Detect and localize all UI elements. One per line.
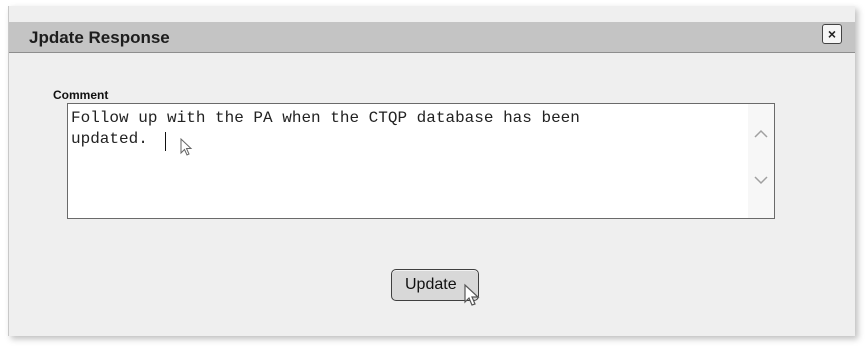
close-icon[interactable]: × xyxy=(822,24,842,44)
dialog-titlebar[interactable]: Jpdate Response × xyxy=(9,22,855,53)
update-button-label: Update xyxy=(405,276,457,293)
dialog-title: Jpdate Response xyxy=(29,28,170,47)
comment-label: Comment xyxy=(53,88,109,102)
comment-scrollbar[interactable] xyxy=(748,104,774,218)
update-response-dialog: Jpdate Response × Comment Follow up with… xyxy=(8,6,855,336)
text-caret xyxy=(165,132,166,151)
chevron-up-icon[interactable] xyxy=(754,128,768,140)
comment-textarea[interactable]: Follow up with the PA when the CTQP data… xyxy=(67,103,775,219)
comment-text[interactable]: Follow up with the PA when the CTQP data… xyxy=(71,108,741,150)
arrow-cursor-icon xyxy=(180,138,193,156)
chevron-down-icon[interactable] xyxy=(754,174,768,186)
hand-cursor-icon xyxy=(464,283,480,306)
